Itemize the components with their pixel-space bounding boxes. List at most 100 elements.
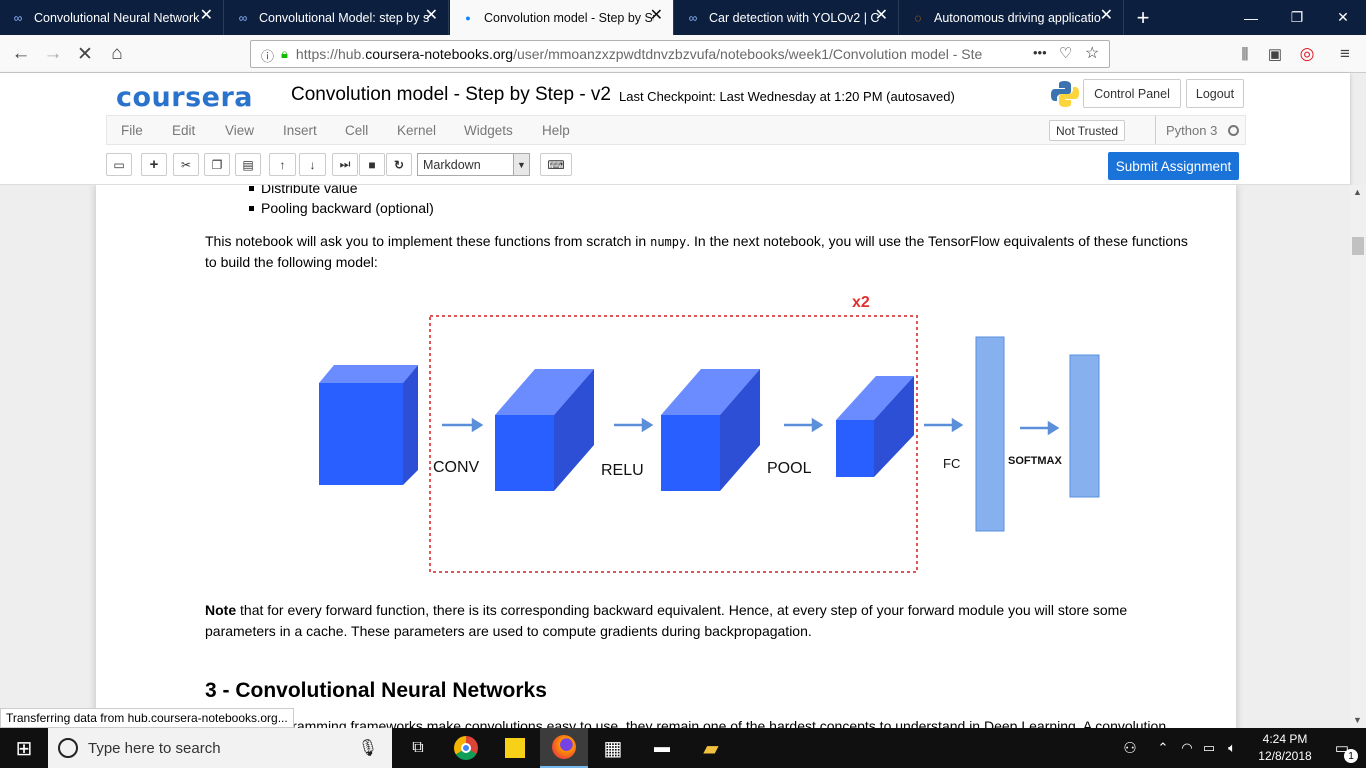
- windows-start-icon[interactable]: ⊞: [0, 728, 48, 768]
- coursera-icon: ∞: [238, 10, 248, 25]
- tab-title: Autonomous driving applicatio: [934, 10, 1101, 25]
- move-up-icon[interactable]: ↑: [269, 153, 296, 176]
- battery-icon[interactable]: ▭: [1198, 728, 1220, 768]
- clock-date: 12/8/2018: [1258, 749, 1312, 763]
- not-trusted-badge[interactable]: Not Trusted: [1049, 120, 1125, 141]
- opera-extension-icon[interactable]: ◎: [1292, 39, 1322, 69]
- control-panel-button[interactable]: Control Panel: [1083, 79, 1181, 108]
- new-tab-icon[interactable]: +: [1120, 0, 1166, 35]
- wifi-icon[interactable]: ◠: [1176, 728, 1198, 768]
- navigation-bar: ← → ✕ ⌂ ⓘ 🔒︎ https://hub.coursera-notebo…: [0, 35, 1366, 73]
- task-view-icon[interactable]: ⧉: [394, 728, 442, 768]
- scroll-down-icon[interactable]: ▼: [1353, 715, 1362, 725]
- page-actions-icon[interactable]: •••: [1033, 45, 1047, 60]
- microphone-icon[interactable]: 🎙︎: [358, 738, 378, 758]
- close-icon[interactable]: ✕: [425, 8, 438, 24]
- submit-assignment-button[interactable]: Submit Assignment: [1108, 152, 1239, 180]
- tab-title: Convolution model - Step by St: [484, 10, 654, 25]
- menu-widgets[interactable]: Widgets: [464, 123, 513, 138]
- close-icon[interactable]: ✕: [875, 8, 888, 24]
- back-icon[interactable]: ←: [6, 39, 36, 69]
- stop-loading-icon[interactable]: ✕: [70, 39, 100, 69]
- coursera-icon: ∞: [688, 10, 698, 25]
- pocket-icon[interactable]: ♡: [1059, 44, 1072, 62]
- move-down-icon[interactable]: ↓: [299, 153, 326, 176]
- bullet-distribute-value: Distribute value: [249, 185, 358, 196]
- input-volume-cube: [319, 365, 418, 485]
- loading-dot-icon: ●: [465, 12, 471, 23]
- show-hidden-icons-icon[interactable]: ⌃: [1150, 728, 1176, 768]
- calculator-icon[interactable]: ▦: [589, 728, 637, 768]
- url-bar[interactable]: ⓘ 🔒︎ https://hub.coursera-notebooks.org/…: [250, 40, 1110, 68]
- search-placeholder: Type here to search: [88, 739, 221, 757]
- menu-cell[interactable]: Cell: [345, 123, 368, 138]
- softmax-label: SOFTMAX: [1008, 455, 1062, 467]
- tab-bar: ∞ Convolutional Neural Network ✕ ∞ Convo…: [0, 0, 1366, 35]
- paste-icon[interactable]: ▤: [235, 153, 261, 176]
- scroll-up-icon[interactable]: ▲: [1353, 187, 1362, 197]
- people-icon[interactable]: ⚇: [1106, 728, 1154, 768]
- keyboard-shortcuts-icon[interactable]: ⌨: [540, 153, 572, 176]
- firefox-icon[interactable]: [540, 728, 588, 768]
- close-icon[interactable]: ✕: [200, 8, 213, 24]
- logout-button[interactable]: Logout: [1186, 79, 1244, 108]
- conv-volume-cube: [495, 369, 594, 491]
- relu-volume-cube: [661, 369, 760, 491]
- info-icon[interactable]: ⓘ: [261, 46, 274, 65]
- restart-icon[interactable]: ↻: [386, 153, 412, 176]
- checkpoint-status: Last Checkpoint: Last Wednesday at 1:20 …: [619, 89, 955, 104]
- page-scrollbar[interactable]: ▲ ▼: [1350, 185, 1366, 728]
- tab-convolutional-neural-network[interactable]: ∞ Convolutional Neural Network ✕: [0, 0, 224, 35]
- tab-convolution-model-active[interactable]: ● Convolution model - Step by St ✕: [450, 0, 674, 35]
- window-close-icon[interactable]: ✕: [1320, 0, 1366, 35]
- restore-icon[interactable]: ❐: [1274, 0, 1320, 35]
- chrome-icon[interactable]: [442, 728, 490, 768]
- windows-taskbar: ⊞ Type here to search 🎙︎ ⧉ ▦ ▬ ▰ ⚇ ⌃ ◠ ▭…: [0, 728, 1366, 768]
- cell-type-select[interactable]: Markdown ▼: [417, 153, 530, 176]
- sidebar-icon[interactable]: ▣: [1260, 39, 1290, 69]
- tab-autonomous-driving[interactable]: ◌ Autonomous driving applicatio ✕: [900, 0, 1124, 35]
- terminal-icon[interactable]: ▬: [638, 728, 686, 768]
- taskbar-search-box[interactable]: Type here to search 🎙︎: [48, 728, 392, 768]
- coursera-logo[interactable]: coursera: [116, 82, 253, 113]
- tab-convolutional-model[interactable]: ∞ Convolutional Model: step by s ✕: [225, 0, 449, 35]
- volume-icon[interactable]: 🔈︎: [1220, 728, 1244, 768]
- close-icon[interactable]: ✕: [1100, 8, 1113, 24]
- menu-kernel[interactable]: Kernel: [397, 123, 436, 138]
- home-icon[interactable]: ⌂: [102, 39, 132, 69]
- bookmark-star-icon[interactable]: ☆: [1085, 43, 1099, 63]
- menu-help[interactable]: Help: [542, 123, 570, 138]
- menu-view[interactable]: View: [225, 123, 254, 138]
- add-cell-icon[interactable]: +: [141, 153, 167, 176]
- tab-title: Car detection with YOLOv2 | Co: [709, 10, 879, 25]
- menu-edit[interactable]: Edit: [172, 123, 195, 138]
- note-paragraph-line1: Note that for every forward function, th…: [205, 602, 1128, 618]
- relu-label: RELU: [601, 462, 644, 479]
- coursera-icon: ∞: [13, 10, 23, 25]
- library-icon[interactable]: ⫼: [1230, 39, 1260, 69]
- file-explorer-icon[interactable]: ▰: [687, 728, 735, 768]
- fc-layer-bar: [975, 336, 1005, 532]
- interrupt-icon[interactable]: ■: [359, 153, 385, 176]
- tab-car-detection[interactable]: ∞ Car detection with YOLOv2 | Co ✕: [675, 0, 899, 35]
- notebook-content: Distribute value Pooling backward (optio…: [0, 185, 1350, 728]
- scrollbar-thumb[interactable]: [1352, 237, 1364, 255]
- url-text: https://hub.coursera-notebooks.org/user/…: [295, 46, 983, 62]
- run-cell-icon[interactable]: ⏭: [332, 153, 358, 176]
- cut-icon[interactable]: ✂: [173, 153, 199, 176]
- softmax-layer-bar: [1069, 354, 1100, 498]
- notification-center-icon[interactable]: ▭ 1: [1318, 728, 1366, 768]
- clock[interactable]: 4:24 PM 12/8/2018: [1250, 731, 1320, 765]
- hamburger-menu-icon[interactable]: ≡: [1330, 39, 1360, 69]
- tab-title: Convolutional Model: step by s: [259, 10, 429, 25]
- copy-icon[interactable]: ❐: [204, 153, 230, 176]
- close-icon[interactable]: ✕: [650, 8, 663, 24]
- minimize-icon[interactable]: —: [1228, 0, 1274, 35]
- menu-insert[interactable]: Insert: [283, 123, 317, 138]
- forward-icon[interactable]: →: [38, 39, 68, 69]
- status-bar: Transferring data from hub.coursera-note…: [0, 708, 294, 728]
- save-icon[interactable]: ▭: [106, 153, 132, 176]
- menu-file[interactable]: File: [121, 123, 143, 138]
- sticky-notes-icon[interactable]: [491, 728, 539, 768]
- notebook-title[interactable]: Convolution model - Step by Step - v2: [291, 84, 611, 106]
